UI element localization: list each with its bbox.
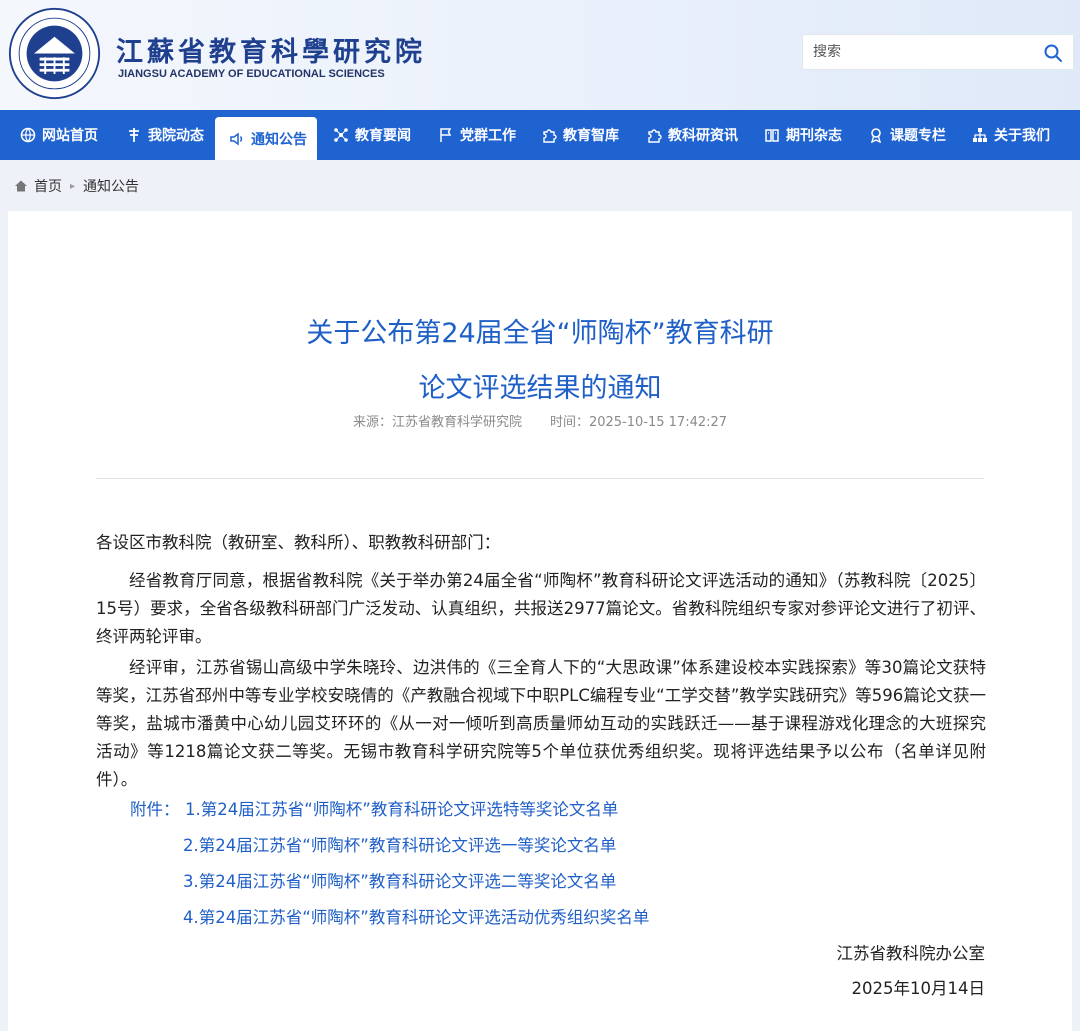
- nav-item-home[interactable]: 网站首页: [20, 110, 98, 160]
- puzzle-icon: [646, 127, 662, 143]
- nav-label: 我院动态: [148, 128, 204, 144]
- flag-icon: [438, 127, 454, 143]
- attachment-link[interactable]: 2.第24届江苏省“师陶杯”教育科研论文评选一等奖论文名单: [183, 832, 616, 856]
- attachment-link[interactable]: 1.第24届江苏省“师陶杯”教育科研论文评选特等奖论文名单: [185, 796, 618, 820]
- article-title-line1: 关于公布第24届全省“师陶杯”教育科研: [306, 318, 774, 349]
- breadcrumb: 首页 ▸ 通知公告: [14, 175, 139, 197]
- sign-date: 2025年10月14日: [851, 979, 985, 998]
- globe-icon: [20, 127, 36, 143]
- nav-item-think-tank[interactable]: 教育智库: [541, 110, 619, 160]
- nav-label: 课题专栏: [890, 128, 946, 144]
- nav-item-journals[interactable]: 期刊杂志: [764, 110, 842, 160]
- nav-item-research-topics[interactable]: 课题专栏: [868, 110, 946, 160]
- article-card: 关于公布第24届全省“师陶杯”教育科研 论文评选结果的通知 来源：江苏省教育科学…: [8, 211, 1072, 1031]
- nav-label: 期刊杂志: [786, 128, 842, 144]
- org-chart-icon: [972, 127, 988, 143]
- flag-pole-icon: [126, 127, 142, 143]
- nav-item-education-news[interactable]: 教育要闻: [333, 110, 411, 160]
- main-nav: 网站首页 我院动态 通知公告 教育要闻 党群工作 教育智库 教科研资讯 期刊杂志…: [0, 110, 1080, 160]
- award-icon: [868, 127, 884, 143]
- breadcrumb-home[interactable]: 首页: [34, 176, 62, 196]
- book-icon: [764, 127, 780, 143]
- nav-label: 教育要闻: [355, 128, 411, 144]
- breadcrumb-separator-icon: ▸: [70, 180, 76, 192]
- nav-label: 通知公告: [251, 131, 307, 148]
- article-paragraph: 经评审，江苏省锡山高级中学朱晓玲、边洪伟的《三全育人下的“大思政课”体系建设校本…: [96, 658, 986, 789]
- home-icon: [15, 180, 27, 192]
- site-header: 江蘇省教育科學研究院 JIANGSU ACADEMY OF EDUCATIONA…: [0, 0, 1080, 110]
- nav-label: 教育智库: [563, 128, 619, 144]
- signer: 江苏省教科院办公室: [836, 944, 986, 963]
- speaker-icon: [229, 131, 245, 147]
- breadcrumb-current[interactable]: 通知公告: [83, 176, 139, 196]
- nav-label: 教科研资讯: [668, 128, 738, 144]
- attachment-link[interactable]: 4.第24届江苏省“师陶杯”教育科研论文评选活动优秀组织奖名单: [183, 904, 649, 928]
- search-icon[interactable]: [1043, 43, 1063, 63]
- nav-item-notices[interactable]: 通知公告: [215, 117, 317, 160]
- divider: [96, 478, 984, 479]
- attachments-label: 附件：: [130, 800, 180, 819]
- nav-item-research-info[interactable]: 教科研资讯: [646, 110, 738, 160]
- nav-label: 党群工作: [460, 128, 516, 144]
- article-time: 时间：2025-10-15 17:42:27: [549, 415, 728, 430]
- article-title-line2: 论文评选结果的通知: [418, 373, 662, 404]
- nav-label: 关于我们: [994, 128, 1050, 144]
- attachment-link[interactable]: 3.第24届江苏省“师陶杯”教育科研论文评选二等奖论文名单: [183, 868, 616, 892]
- nav-item-news[interactable]: 我院动态: [126, 110, 204, 160]
- article-paragraph: 经省教育厅同意，根据省教科院《关于举办第24届全省“师陶杯”教育科研论文评选活动…: [96, 571, 986, 646]
- nav-item-about[interactable]: 关于我们: [972, 110, 1050, 160]
- search-box: [802, 34, 1074, 70]
- nav-item-party-work[interactable]: 党群工作: [438, 110, 516, 160]
- puzzle-icon: [541, 127, 557, 143]
- nav-label: 网站首页: [42, 128, 98, 144]
- article-meta: 来源：江苏省教育科学研究院 时间：2025-10-15 17:42:27: [8, 411, 1072, 430]
- site-name-cn: 江蘇省教育科學研究院: [116, 37, 426, 68]
- network-icon: [333, 127, 349, 143]
- academy-logo[interactable]: [8, 7, 101, 100]
- article-greeting: 各设区市教科院（教研室、教科所）、职教教科研部门：: [96, 533, 501, 552]
- search-input[interactable]: [803, 35, 1033, 69]
- article-source: 来源：江苏省教育科学研究院: [352, 415, 522, 430]
- site-name-en: JIANGSU ACADEMY OF EDUCATIONAL SCIENCES: [118, 68, 385, 80]
